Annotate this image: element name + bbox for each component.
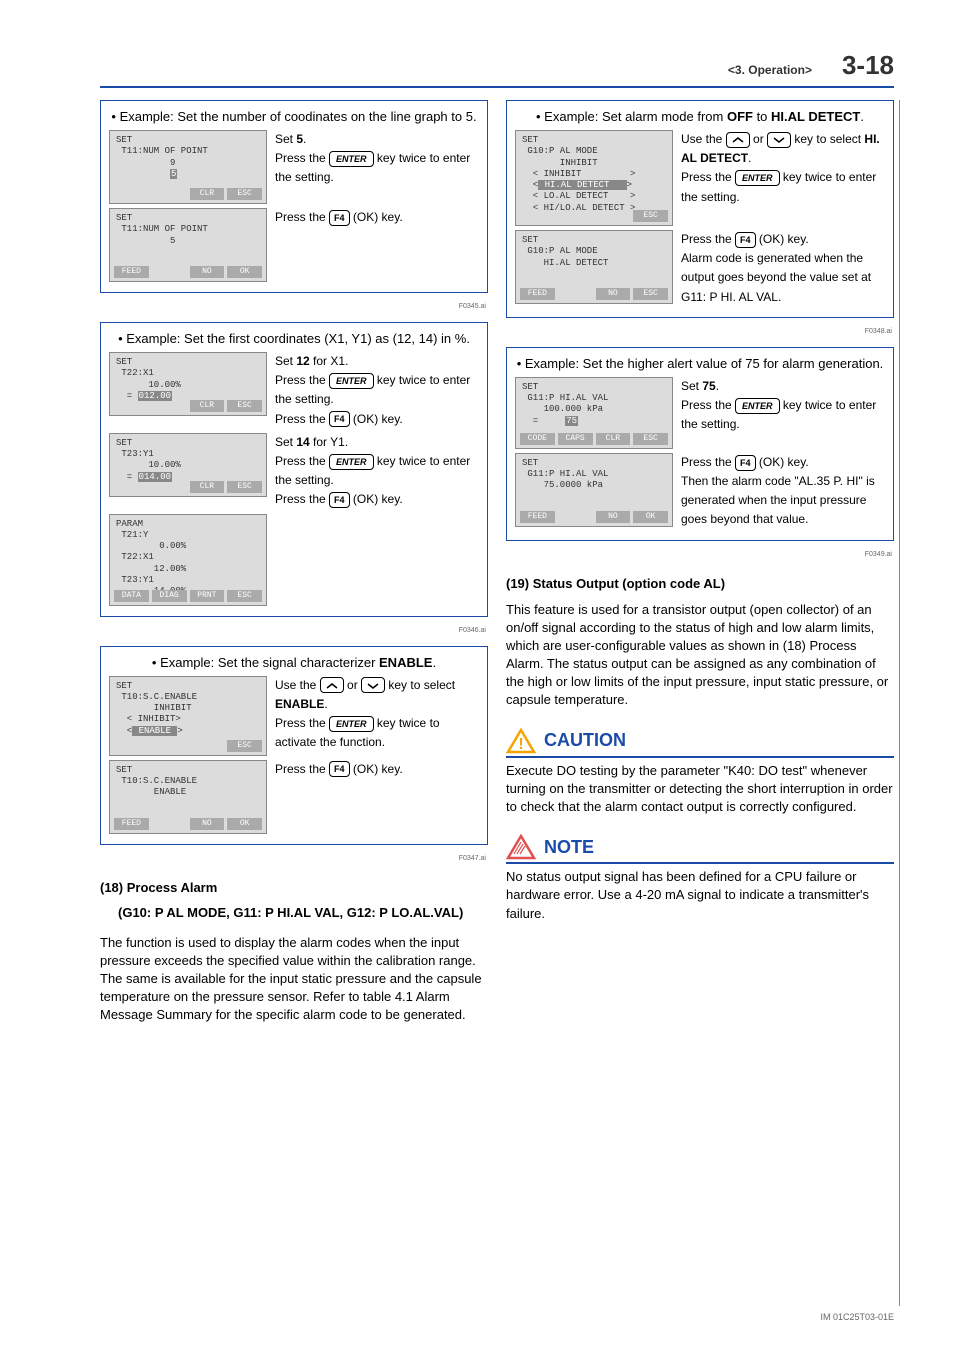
section-18-body: The function is used to display the alar… bbox=[100, 934, 488, 1025]
example-box-alarm-mode: • Example: Set alarm mode from OFF to HI… bbox=[506, 100, 894, 318]
lcd-screen: SET G10:P AL MODE INHIBIT < INHIBIT > < … bbox=[515, 130, 673, 226]
note-icon bbox=[506, 834, 536, 860]
note-body: No status output signal has been defined… bbox=[506, 868, 894, 923]
instruction-text: Set 12 for X1. Press the ENTER key twice… bbox=[275, 352, 479, 429]
example-box-alert-value: • Example: Set the higher alert value of… bbox=[506, 347, 894, 541]
caution-title: CAUTION bbox=[544, 730, 626, 751]
figure-ref: F0348.ai bbox=[506, 328, 892, 335]
example-title: • Example: Set the signal characterizer … bbox=[109, 655, 479, 670]
section-18-subheading: (G10: P AL MODE, G11: P HI.AL VAL, G12: … bbox=[118, 905, 488, 920]
note-callout: NOTE No status output signal has been de… bbox=[506, 834, 894, 923]
figure-ref: F0346.ai bbox=[100, 627, 486, 634]
example-box-enable: • Example: Set the signal characterizer … bbox=[100, 646, 488, 845]
enter-key-icon: ENTER bbox=[735, 398, 780, 414]
section-19-body: This feature is used for a transistor ou… bbox=[506, 601, 894, 710]
instruction-text: Press the F4 (OK) key. Alarm code is gen… bbox=[681, 230, 885, 307]
enter-key-icon: ENTER bbox=[329, 373, 374, 389]
example-title: • Example: Set the higher alert value of… bbox=[515, 356, 885, 371]
instruction-text: Set 5. Press the ENTER key twice to ente… bbox=[275, 130, 479, 188]
caution-icon: ! bbox=[506, 728, 536, 754]
down-key-icon bbox=[767, 132, 791, 148]
lcd-screen: SET T10:S.C.ENABLE ENABLE FEEDNOOK bbox=[109, 760, 267, 834]
instruction-text: Press the F4 (OK) key. bbox=[275, 208, 403, 227]
example-title: • Example: Set alarm mode from OFF to HI… bbox=[515, 109, 885, 124]
enter-key-icon: ENTER bbox=[329, 454, 374, 470]
caution-callout: ! CAUTION Execute DO testing by the para… bbox=[506, 728, 894, 817]
f4-key-icon: F4 bbox=[329, 411, 350, 427]
section-19-heading: (19) Status Output (option code AL) bbox=[506, 576, 894, 591]
example-box-coordinates: • Example: Set the first coordinates (X1… bbox=[100, 322, 488, 617]
svg-text:!: ! bbox=[518, 736, 523, 753]
lcd-softkeys: CLRESC bbox=[114, 188, 262, 200]
instruction-text: Set 75. Press the ENTER key twice to ent… bbox=[681, 377, 885, 435]
example-box-num-points: • Example: Set the number of coodinates … bbox=[100, 100, 488, 293]
f4-key-icon: F4 bbox=[329, 492, 350, 508]
example-title: • Example: Set the first coordinates (X1… bbox=[109, 331, 479, 346]
f4-key-icon: F4 bbox=[329, 761, 350, 777]
down-key-icon bbox=[361, 677, 385, 693]
f4-key-icon: F4 bbox=[735, 455, 756, 471]
instruction-text: Set 14 for Y1. Press the ENTER key twice… bbox=[275, 433, 479, 510]
enter-key-icon: ENTER bbox=[735, 170, 780, 186]
up-key-icon bbox=[320, 677, 344, 693]
lcd-screen: SET T11:NUM OF POINT 5 FEEDNOOK bbox=[109, 208, 267, 282]
section-18-heading: (18) Process Alarm bbox=[100, 880, 488, 895]
lcd-screen: SET G10:P AL MODE HI.AL DETECT FEEDNOESC bbox=[515, 230, 673, 304]
enter-key-icon: ENTER bbox=[329, 716, 374, 732]
lcd-screen: SET T11:NUM OF POINT 9 5 CLRESC bbox=[109, 130, 267, 204]
lcd-screen: PARAM T21:Y 0.00% T22:X1 12.00% T23:Y1 1… bbox=[109, 514, 267, 606]
figure-ref: F0347.ai bbox=[100, 855, 486, 862]
figure-ref: F0349.ai bbox=[506, 551, 892, 558]
lcd-screen: SET G11:P HI.AL VAL 100.000 kPa = 75 COD… bbox=[515, 377, 673, 449]
caution-body: Execute DO testing by the parameter "K40… bbox=[506, 762, 894, 817]
lcd-screen: SET T22:X1 10.00% = 012.00 CLRESC bbox=[109, 352, 267, 416]
enter-key-icon: ENTER bbox=[329, 151, 374, 167]
instruction-text: Use the or key to select HI. AL DETECT. … bbox=[681, 130, 885, 207]
instruction-text: Press the F4 (OK) key. bbox=[275, 760, 403, 779]
figure-ref: F0345.ai bbox=[100, 303, 486, 310]
lcd-screen: SET T10:S.C.ENABLE INHIBIT < INHIBIT> < … bbox=[109, 676, 267, 756]
right-column: • Example: Set alarm mode from OFF to HI… bbox=[506, 100, 894, 1024]
note-title: NOTE bbox=[544, 837, 594, 858]
up-key-icon bbox=[726, 132, 750, 148]
lcd-screen: SET G11:P HI.AL VAL 75.0000 kPa FEEDNOOK bbox=[515, 453, 673, 527]
left-column: • Example: Set the number of coodinates … bbox=[100, 100, 488, 1024]
instruction-text: Press the F4 (OK) key. Then the alarm co… bbox=[681, 453, 885, 530]
instruction-text: Use the or key to select ENABLE. Press t… bbox=[275, 676, 479, 753]
content-columns: • Example: Set the number of coodinates … bbox=[100, 100, 894, 1024]
f4-key-icon: F4 bbox=[735, 232, 756, 248]
lcd-screen: SET T23:Y1 10.00% = 014.00 CLRESC bbox=[109, 433, 267, 497]
example-title: • Example: Set the number of coodinates … bbox=[109, 109, 479, 124]
f4-key-icon: F4 bbox=[329, 210, 350, 226]
footer-doc-id: IM 01C25T03-01E bbox=[820, 1312, 894, 1322]
